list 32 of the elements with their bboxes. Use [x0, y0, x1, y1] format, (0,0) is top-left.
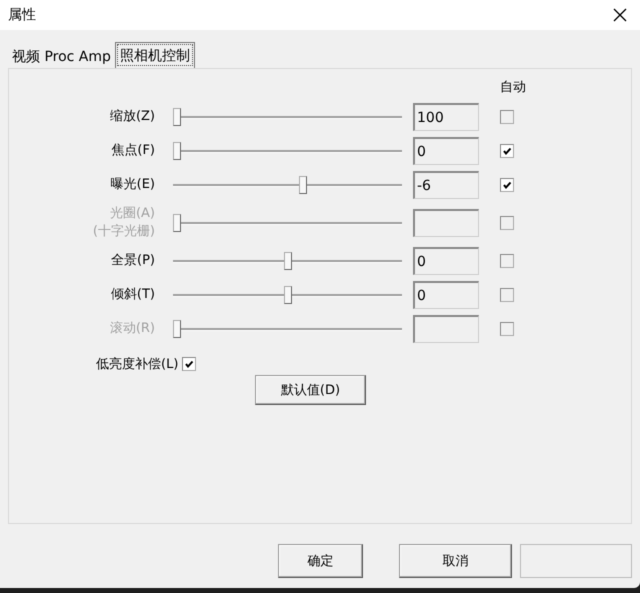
window-title: 属性: [8, 6, 36, 24]
slider-thumb[interactable]: [298, 176, 307, 194]
control-label: 缩放(Z): [110, 108, 156, 126]
close-icon[interactable]: [613, 8, 627, 22]
auto-checkbox[interactable]: [500, 144, 514, 158]
auto-checkbox[interactable]: [500, 288, 514, 302]
dialog-button[interactable]: 确定: [278, 544, 363, 578]
value-field[interactable]: 100: [413, 103, 479, 131]
control-label: 全景(P): [111, 252, 156, 270]
auto-checkbox[interactable]: [500, 254, 514, 268]
auto-checkbox[interactable]: [500, 178, 514, 192]
tab[interactable]: 视频 Proc Amp: [8, 46, 115, 68]
control-label: 光圈(A) (十字光栅): [92, 205, 156, 241]
dialog-button[interactable]: 取消: [399, 544, 512, 578]
slider-thumb[interactable]: [173, 108, 181, 126]
auto-checkbox[interactable]: [500, 110, 514, 124]
value-field[interactable]: 0: [413, 281, 479, 309]
value-field[interactable]: 0: [413, 137, 479, 165]
value-field[interactable]: -6: [413, 171, 479, 199]
control-label: 倾斜(T): [110, 286, 156, 304]
checkbox-label: 低亮度补偿(L): [96, 356, 178, 373]
slider-thumb[interactable]: [173, 142, 181, 160]
slider-thumb[interactable]: [284, 286, 292, 304]
default-button[interactable]: 默认值(D): [255, 375, 366, 405]
column-header: 自动: [500, 79, 526, 97]
control-label: 滚动(R): [110, 320, 156, 338]
control-label: 曝光(E): [110, 176, 156, 194]
tab[interactable]: 照相机控制: [114, 42, 195, 68]
low-light-checkbox[interactable]: [182, 357, 196, 371]
value-field[interactable]: 0: [413, 247, 479, 275]
control-label: 焦点(F): [111, 142, 156, 160]
slider-thumb[interactable]: [284, 252, 292, 270]
